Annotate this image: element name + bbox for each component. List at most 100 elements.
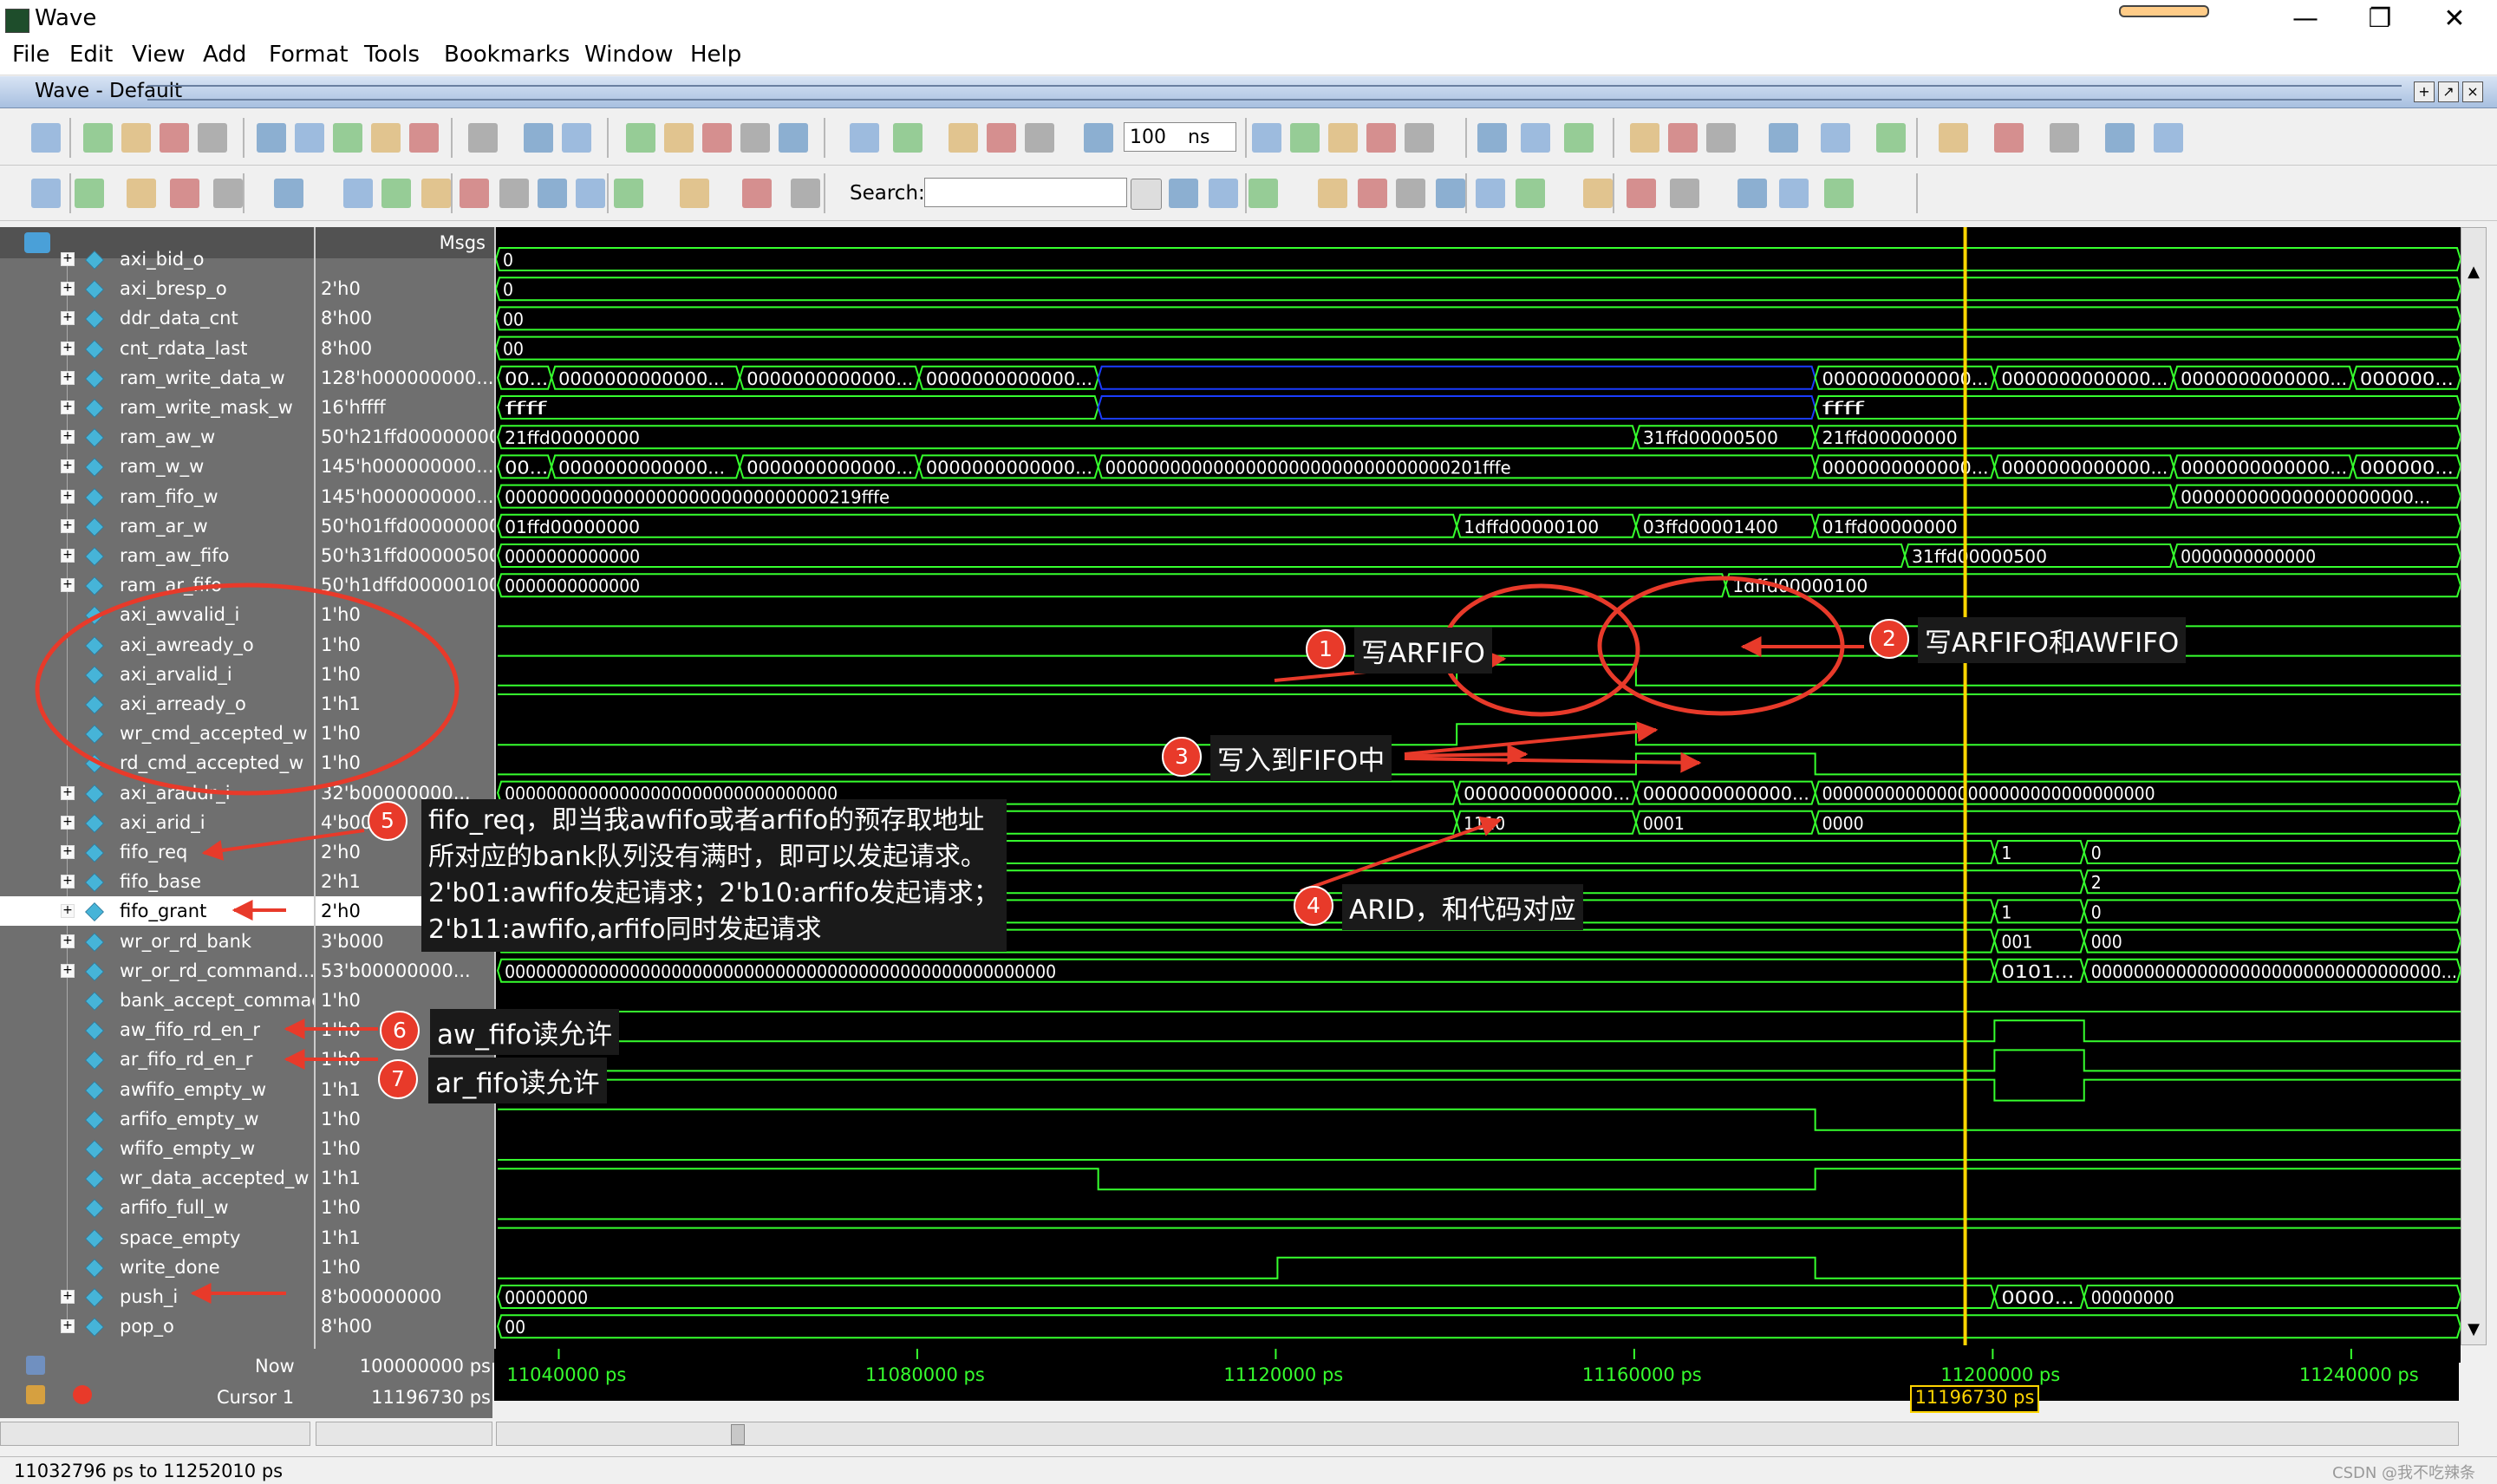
- bookmark-icon[interactable]: [1737, 179, 1767, 208]
- menu-help[interactable]: Help: [690, 42, 741, 68]
- open-icon[interactable]: [83, 123, 113, 153]
- signal-name-row[interactable]: arfifo_full_w: [0, 1193, 314, 1222]
- cursor-name-label[interactable]: Cursor 1: [217, 1387, 294, 1408]
- signal-value-row[interactable]: 1'h0: [316, 660, 494, 689]
- any-next-icon[interactable]: [614, 179, 643, 208]
- expand-toggle-icon[interactable]: +: [61, 400, 75, 414]
- menu-format[interactable]: Format: [269, 42, 349, 68]
- delete-cursor-icon[interactable]: [73, 1385, 92, 1404]
- expand-toggle-icon[interactable]: +: [61, 578, 75, 593]
- hand-icon[interactable]: [1564, 123, 1594, 153]
- layout-5-icon[interactable]: [2154, 123, 2183, 153]
- signal-value-row[interactable]: 1'h1: [316, 1223, 494, 1253]
- rising-prev-icon[interactable]: [499, 179, 529, 208]
- continue-icon[interactable]: [1290, 123, 1320, 153]
- signal-name-row[interactable]: + wr_or_rd_bank: [0, 927, 314, 956]
- zoom-out-icon[interactable]: [1358, 179, 1387, 208]
- subwindow-undock-button[interactable]: ↗: [2438, 81, 2459, 102]
- signal-name-row[interactable]: + ram_fifo_w: [0, 482, 314, 511]
- delete-cursor-icon-tb[interactable]: [1627, 179, 1656, 208]
- add-icon[interactable]: [468, 123, 498, 153]
- break-icon[interactable]: [740, 123, 770, 153]
- search-options-icon[interactable]: [1248, 179, 1278, 208]
- menu-window[interactable]: Window: [584, 42, 674, 68]
- search-dropdown-icon[interactable]: [1131, 179, 1162, 210]
- print-icon[interactable]: [198, 123, 227, 153]
- signal-name-row[interactable]: + fifo_base: [0, 867, 314, 896]
- expand-toggle-icon[interactable]: +: [61, 845, 75, 859]
- expand-toggle-icon[interactable]: +: [61, 282, 75, 296]
- measure-icon[interactable]: [213, 179, 243, 208]
- back-icon[interactable]: [987, 123, 1016, 153]
- signal-name-row[interactable]: + pop_o: [0, 1312, 314, 1341]
- signal-value-row[interactable]: 2'h0: [316, 274, 494, 303]
- signal-value-row[interactable]: 8'h00: [316, 303, 494, 333]
- format-icon[interactable]: [562, 123, 591, 153]
- menu-file[interactable]: File: [12, 42, 50, 68]
- signal-value-row[interactable]: 50'h31ffd00000500: [316, 541, 494, 570]
- signal-name-row[interactable]: + ram_ar_fifo: [0, 570, 314, 600]
- signal-name-row[interactable]: wfifo_empty_w: [0, 1134, 314, 1163]
- signal-name-row[interactable]: wr_data_accepted_w: [0, 1163, 314, 1193]
- signal-name-row[interactable]: + axi_araddr_i: [0, 778, 314, 808]
- step-out-icon[interactable]: [1706, 123, 1736, 153]
- expand-toggle-icon[interactable]: +: [61, 549, 75, 563]
- signal-name-row[interactable]: bank_accept_commad: [0, 986, 314, 1015]
- step-over-icon[interactable]: [1668, 123, 1698, 153]
- signal-name-row[interactable]: + axi_bresp_o: [0, 274, 314, 303]
- minimize-button[interactable]: —: [2275, 3, 2336, 35]
- signal-value-row[interactable]: 1'h1: [316, 689, 494, 719]
- signal-value-row[interactable]: 8'b00000000: [316, 1282, 494, 1312]
- step-icon[interactable]: [1521, 123, 1550, 153]
- signal-name-row[interactable]: aw_fifo_rd_en_r: [0, 1015, 314, 1045]
- zoom-range-icon[interactable]: [1476, 179, 1505, 208]
- add-cursor-icon[interactable]: [26, 1356, 45, 1375]
- zoom-in-icon[interactable]: [1318, 179, 1347, 208]
- up-icon[interactable]: [949, 123, 978, 153]
- cut-icon[interactable]: [257, 123, 286, 153]
- signal-value-row[interactable]: 50'h01ffd00000000: [316, 511, 494, 541]
- copy-icon[interactable]: [295, 123, 324, 153]
- falling-prev-icon[interactable]: [421, 179, 451, 208]
- insert-icon[interactable]: [791, 179, 820, 208]
- signal-value-row[interactable]: 50'h21ffd00000000: [316, 422, 494, 452]
- signal-name-row[interactable]: + ram_ar_w: [0, 511, 314, 541]
- run-icon[interactable]: [1252, 123, 1281, 153]
- signal-value-row[interactable]: 16'hffff: [316, 393, 494, 422]
- expand-toggle-icon[interactable]: +: [61, 904, 75, 919]
- signal-name-row[interactable]: rd_cmd_accepted_w: [0, 748, 314, 778]
- stop-sim-icon[interactable]: [1405, 123, 1434, 153]
- cursor-mode-icon[interactable]: [170, 179, 199, 208]
- signal-value-row[interactable]: 50'h1dffd00000100: [316, 570, 494, 600]
- signal-value-row[interactable]: 145'h000000000...: [316, 482, 494, 511]
- signal-value-row[interactable]: 1'h0: [316, 1253, 494, 1282]
- step-out-back-icon[interactable]: [1876, 123, 1906, 153]
- layout-2-icon[interactable]: [1994, 123, 2024, 153]
- select-pointer-icon[interactable]: [31, 179, 61, 208]
- subwindow-dock-button[interactable]: +: [2414, 81, 2435, 102]
- profile-icon[interactable]: [1477, 123, 1507, 153]
- signal-name-row[interactable]: arfifo_empty_w: [0, 1104, 314, 1134]
- signal-name-row[interactable]: axi_arready_o: [0, 689, 314, 719]
- signal-name-row[interactable]: space_empty: [0, 1223, 314, 1253]
- signal-name-row[interactable]: wr_cmd_accepted_w: [0, 719, 314, 748]
- values-horizontal-scrollbar[interactable]: [316, 1422, 492, 1446]
- expand-toggle-icon[interactable]: +: [61, 518, 75, 533]
- close-button[interactable]: ✕: [2424, 3, 2485, 35]
- insert-cursor-icon[interactable]: [1583, 179, 1613, 208]
- signal-name-row[interactable]: + wr_or_rd_command...: [0, 956, 314, 986]
- expand-toggle-icon[interactable]: +: [61, 1290, 75, 1304]
- scroll-up-arrow-icon[interactable]: ▲: [2465, 263, 2482, 281]
- search-input[interactable]: [924, 178, 1127, 207]
- signal-name-row[interactable]: axi_awready_o: [0, 630, 314, 660]
- signal-value-row[interactable]: 8'h00: [316, 334, 494, 363]
- waveform-vertical-scrollbar[interactable]: ▲ ▼: [2461, 227, 2487, 1345]
- signal-value-row[interactable]: 53'b00000000...: [316, 956, 494, 986]
- break-sim-icon[interactable]: [1366, 123, 1396, 153]
- signal-name-row[interactable]: + ram_aw_w: [0, 422, 314, 452]
- lock-cursor-icon-tb[interactable]: [1670, 179, 1699, 208]
- next-bookmark-icon[interactable]: [1824, 179, 1854, 208]
- run-length-icon[interactable]: [1084, 123, 1113, 153]
- paste-icon[interactable]: [333, 123, 362, 153]
- signal-value-row[interactable]: 1'h0: [316, 600, 494, 629]
